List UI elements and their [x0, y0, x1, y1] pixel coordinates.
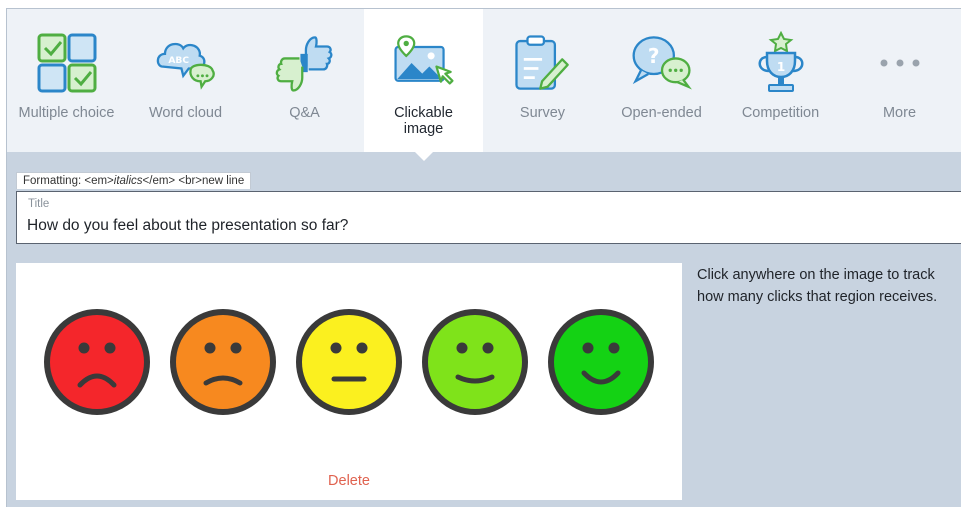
- more-dots-icon: [868, 31, 932, 95]
- face-sad[interactable]: [170, 309, 276, 415]
- face-very-happy[interactable]: [548, 309, 654, 415]
- clickable-image-area[interactable]: Delete: [16, 263, 682, 500]
- question-type-toolbar: Multiple choice ABC Word cloud Q&A Click…: [7, 9, 961, 161]
- open-ended-icon: ?: [630, 31, 694, 95]
- tool-qa[interactable]: Q&A: [245, 9, 364, 152]
- face-very-sad[interactable]: [44, 309, 150, 415]
- editor-frame: Multiple choice ABC Word cloud Q&A Click…: [6, 8, 961, 507]
- title-caption: Title: [28, 198, 50, 210]
- clickable-image-hint: Click anywhere on the image to track how…: [697, 267, 938, 305]
- tool-multiple-choice[interactable]: Multiple choice: [7, 9, 126, 152]
- face-neutral[interactable]: [296, 309, 402, 415]
- tool-open-ended[interactable]: ? Open-ended: [602, 9, 721, 152]
- tool-label: Q&A: [289, 105, 320, 121]
- tool-label: Open-ended: [621, 105, 702, 121]
- tool-label: Multiple choice: [18, 105, 115, 121]
- svg-text:?: ?: [647, 44, 659, 68]
- emoji-faces-image[interactable]: [44, 307, 664, 417]
- tool-label: Clickable image: [394, 105, 453, 137]
- tool-label: Word cloud: [148, 105, 223, 121]
- tool-clickable-image[interactable]: Clickable image: [364, 9, 483, 161]
- survey-clipboard-icon: [511, 31, 575, 95]
- tool-word-cloud[interactable]: ABC Word cloud: [126, 9, 245, 152]
- tool-more[interactable]: More: [840, 9, 959, 152]
- face-happy[interactable]: [422, 309, 528, 415]
- tool-survey[interactable]: Survey: [483, 9, 602, 152]
- formatting-hint: Formatting: <em>italics</em> <br>new lin…: [16, 172, 252, 189]
- trophy-number: 1: [776, 60, 784, 74]
- title-input[interactable]: [27, 214, 947, 238]
- tool-label: More: [882, 105, 917, 121]
- delete-image-link[interactable]: Delete: [16, 473, 682, 489]
- qa-thumbs-icon: [273, 31, 337, 95]
- word-cloud-badge: ABC: [168, 56, 189, 66]
- word-cloud-icon: ABC: [154, 31, 218, 95]
- title-field[interactable]: Title: [16, 191, 961, 244]
- clickable-image-icon: [392, 31, 456, 95]
- tool-label: Survey: [519, 105, 566, 121]
- trophy-icon: 1: [749, 31, 813, 95]
- tool-competition[interactable]: 1 Competition: [721, 9, 840, 152]
- tool-label: Competition: [741, 105, 820, 121]
- multiple-choice-icon: [35, 31, 99, 95]
